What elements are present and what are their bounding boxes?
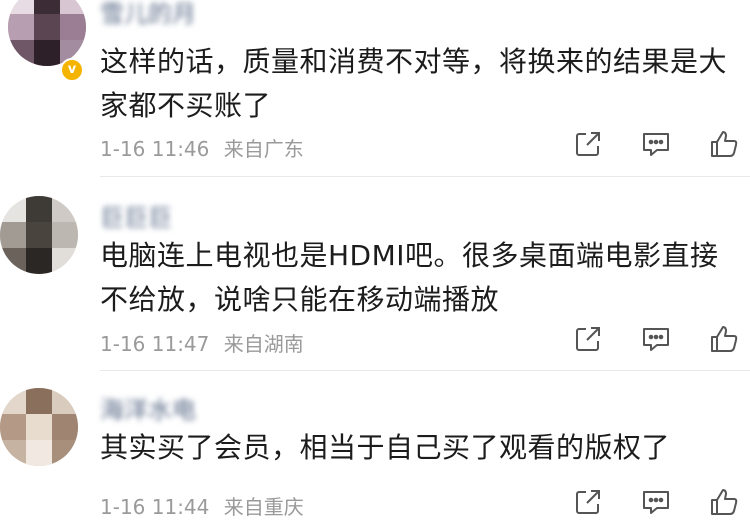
comment-text: 这样的话，质量和消费不对等，将换来的结果是大家都不买账了 (100, 45, 728, 122)
comment-meta: 1-16 11:47 来自湖南 (100, 328, 304, 357)
comment-meta: 1-16 11:46 来自广东 (100, 133, 304, 162)
comment-icon[interactable] (640, 486, 672, 518)
comment-time: 1-16 11:47 (100, 332, 210, 356)
avatar[interactable] (0, 196, 78, 274)
comment-item: 海洋水电 其实买了会员，相当于自己买了观看的版权了 1-16 11:44 来自重… (0, 370, 750, 529)
verified-badge-icon: v (60, 58, 84, 82)
avatar[interactable] (0, 388, 78, 466)
comment-text: 电脑连上电视也是HDMI吧。很多桌面端电影直接不给放，说啥只能在移动端播放 (100, 239, 719, 316)
comment-meta: 1-16 11:44 来自重庆 (100, 491, 304, 520)
share-icon[interactable] (572, 486, 604, 518)
comment-actions (572, 323, 740, 355)
comment-text: 其实买了会员，相当于自己买了观看的版权了 (100, 431, 671, 464)
comment-item: 巨巨巨 电脑连上电视也是HDMI吧。很多桌面端电影直接不给放，说啥只能在移动端播… (0, 178, 750, 371)
username[interactable]: 雪儿的月 (100, 0, 196, 29)
avatar[interactable] (8, 0, 86, 66)
comment-time: 1-16 11:46 (100, 137, 210, 161)
username[interactable]: 海洋水电 (100, 390, 196, 425)
thumbs-up-icon[interactable] (708, 486, 740, 518)
username[interactable]: 巨巨巨 (100, 198, 172, 233)
divider (100, 176, 750, 177)
comment-time: 1-16 11:44 (100, 495, 210, 519)
comment-location: 来自湖南 (223, 332, 304, 356)
thumbs-up-icon[interactable] (708, 128, 740, 160)
comment-location: 来自重庆 (223, 495, 304, 519)
thumbs-up-icon[interactable] (708, 323, 740, 355)
comment-location: 来自广东 (223, 137, 304, 161)
comment-actions (572, 486, 740, 518)
share-icon[interactable] (572, 323, 604, 355)
comment-item: v 雪儿的月 这样的话，质量和消费不对等，将换来的结果是大家都不买账了 1-16… (0, 0, 750, 178)
comment-icon[interactable] (640, 323, 672, 355)
comment-actions (572, 128, 740, 160)
comment-icon[interactable] (640, 128, 672, 160)
share-icon[interactable] (572, 128, 604, 160)
